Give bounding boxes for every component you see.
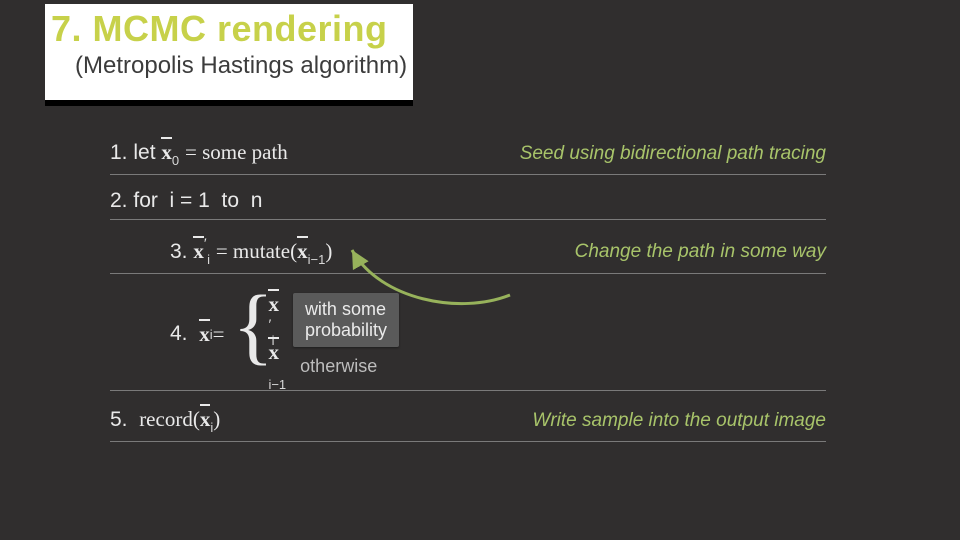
xi-prime-sub: i (207, 252, 210, 267)
mutate-fn: mutate (233, 239, 290, 263)
divider (110, 273, 826, 274)
case2-x: x (268, 340, 279, 365)
record-fn: record (139, 407, 193, 431)
mutate-arg: x (297, 239, 308, 264)
case1-x: x (268, 292, 279, 317)
probability-pill: with some probability (293, 293, 399, 347)
step-2-for: for (133, 189, 158, 212)
step-3: 3. x′i = mutate(xi−1) Change the path in… (110, 236, 826, 267)
step-1-rhs: some path (202, 140, 288, 164)
otherwise-label: otherwise (300, 356, 377, 377)
divider (110, 390, 826, 391)
step-4-eq: = (213, 322, 225, 347)
step-1-num: 1. (110, 141, 128, 164)
mutate-arg-sub: i−1 (308, 252, 326, 267)
step-1: 1. let x0 = some path Seed using bidirec… (110, 140, 826, 168)
divider (110, 441, 826, 442)
step-1-note: Seed using bidirectional path tracing (520, 143, 826, 165)
record-arg: x (200, 407, 211, 432)
step-5-num: 5. (110, 408, 128, 431)
step-2-num: 2. (110, 189, 128, 212)
step-5: 5. record(xi) Write sample into the outp… (110, 407, 826, 435)
step-3-note: Change the path in some way (575, 241, 826, 263)
slide: 7. MCMC rendering (Metropolis Hastings a… (0, 0, 960, 540)
divider (110, 174, 826, 175)
divider (110, 219, 826, 220)
step-1-eq: = (185, 140, 202, 164)
step-3-eq: = (216, 239, 233, 263)
step-2-to: to (222, 189, 240, 212)
case2-sub: i−1 (268, 377, 286, 392)
xi-lhs: x (199, 322, 210, 347)
xi-prime: x (193, 239, 204, 264)
step-1-let: let (133, 141, 155, 164)
title-block: 7. MCMC rendering (Metropolis Hastings a… (45, 4, 413, 106)
step-4-num: 4. (170, 322, 188, 346)
case1-prime: ′ (268, 317, 271, 333)
xi-prime-mark: ′ (204, 236, 207, 252)
x0-var: x (161, 140, 172, 165)
step-2-var: i = 1 (170, 189, 210, 212)
step-2-n: n (251, 189, 263, 212)
slide-title: 7. MCMC rendering (51, 6, 407, 50)
x0-sub: 0 (172, 153, 179, 168)
step-5-note: Write sample into the output image (532, 410, 826, 432)
step-4: 4. xi = { x′i with some probability xi−1… (110, 284, 826, 384)
slide-subtitle: (Metropolis Hastings algorithm) (75, 52, 407, 80)
algorithm-body: 1. let x0 = some path Seed using bidirec… (110, 140, 826, 442)
step-3-num: 3. (170, 240, 188, 263)
case-reject: x i−1 otherwise (268, 340, 377, 392)
step-2: 2. for i = 1 to n (110, 189, 826, 213)
